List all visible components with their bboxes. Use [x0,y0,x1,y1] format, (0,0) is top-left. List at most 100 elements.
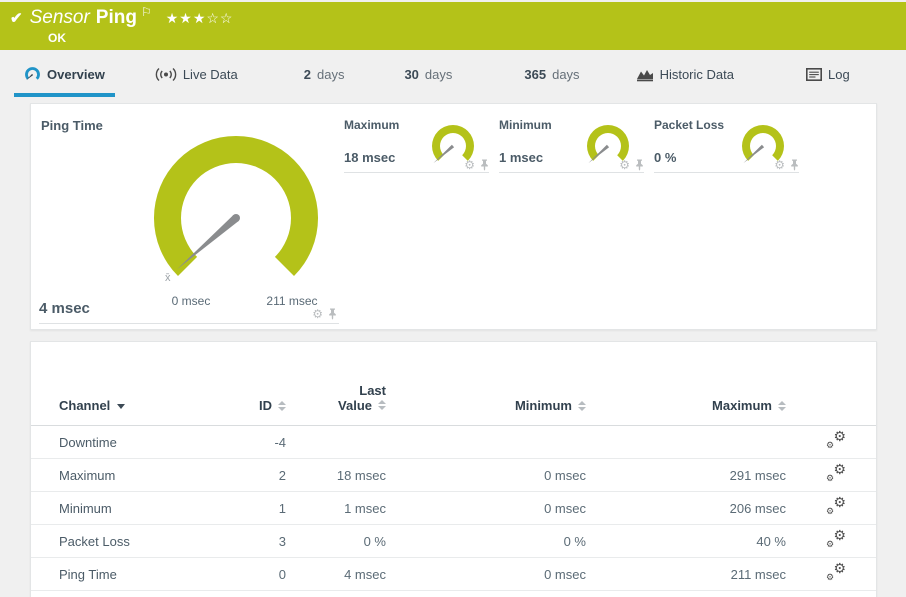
channel-id: 3 [231,534,286,549]
gauge-gear-icon[interactable]: ⚙ [312,308,323,320]
table-row: Downtime -4 ⚙⚙ [31,426,876,459]
last-value-header-line2: Value [338,398,372,413]
pin-icon[interactable] [790,159,799,171]
table-row: Ping Time 0 4 msec 0 msec 211 msec ⚙⚙ [31,558,876,591]
channel-name: Minimum [59,501,231,516]
channel-last-value: 18 msec [286,468,386,483]
average-marker: x̄ [165,272,171,284]
channel-last-value: 0 % [286,534,386,549]
tab-log-label: Log [828,67,850,82]
tab-2-days-number: 2 [304,67,311,82]
channel-maximum: 291 msec [586,468,786,483]
table-row: Packet Loss 3 0 % 0 % 40 % ⚙⚙ [31,525,876,558]
sort-arrows-icon [578,401,586,411]
tab-30-days-unit: days [425,67,452,82]
sort-arrows-icon [378,400,386,410]
tab-bar: Overview Live Data 2 days 30 days 365 da… [0,50,906,97]
table-header-row: Channel ID Last Value Minimum Maximum [31,342,876,426]
ping-time-gauge-block: Ping Time x̄ 0 msec 211 msec 4 msec ⚙ [39,110,339,324]
tab-historic-data-label: Historic Data [660,67,734,82]
column-header-channel[interactable]: Channel [59,398,231,413]
tab-2-days-unit: days [317,67,344,82]
tab-overview-label: Overview [47,67,105,82]
sensor-name: Ping [96,7,137,29]
channel-minimum: 0 msec [386,567,586,582]
minimum-header-label: Minimum [515,398,572,413]
tab-live-data[interactable]: Live Data [145,50,248,97]
priority-stars[interactable]: ★★★☆☆ [166,10,234,27]
log-list-icon [806,68,822,81]
channel-name: Packet Loss [59,534,231,549]
id-header-label: ID [259,398,272,413]
tab-30-days-number: 30 [404,67,418,82]
channel-minimum: 0 msec [386,501,586,516]
channel-id: -4 [231,435,286,450]
status-badge: OK [48,31,896,45]
channels-table-panel: Channel ID Last Value Minimum Maximum Do… [30,341,877,597]
tab-30-days[interactable]: 30 days [394,50,462,97]
tab-365-days-unit: days [552,67,579,82]
channel-id: 2 [231,468,286,483]
table-row: Minimum 1 1 msec 0 msec 206 msec ⚙⚙ [31,492,876,525]
sort-arrows-icon [278,401,286,411]
gauge-icon [24,66,41,83]
tab-overview[interactable]: Overview [14,50,115,97]
pin-icon[interactable] [480,159,489,171]
last-value-header-line1: Last [359,383,386,398]
tab-365-days-number: 365 [524,67,546,82]
table-row: Maximum 2 18 msec 0 msec 291 msec ⚙⚙ [31,459,876,492]
channel-minimum: 0 msec [386,468,586,483]
ping-time-value: 4 msec [39,300,90,317]
gauge-gear-icon[interactable]: ⚙ [464,159,475,171]
gauge-gear-icon[interactable]: ⚙ [774,159,785,171]
tab-log[interactable]: Log [796,50,860,97]
maximum-gauge-value: 18 msec [344,150,395,165]
maximum-gauge-label: Maximum [344,118,399,132]
sensor-header: ✔ Sensor Ping ⚐ ★★★☆☆ OK [0,2,906,50]
sort-caret-down-icon [117,404,125,409]
channel-settings-gears-icon[interactable]: ⚙⚙ [826,497,846,516]
broadcast-icon [155,67,177,82]
channel-last-value: 1 msec [286,501,386,516]
packet-loss-gauge-block: Packet Loss 0 % ⚙ [654,110,799,173]
channel-maximum: 40 % [586,534,786,549]
tab-live-data-label: Live Data [183,67,238,82]
packet-loss-gauge-label: Packet Loss [654,118,724,132]
maximum-gauge-block: Maximum 18 msec ⚙ [344,110,489,173]
column-header-minimum[interactable]: Minimum [386,398,586,413]
minimum-gauge-value: 1 msec [499,150,543,165]
overview-gauges-panel: Ping Time x̄ 0 msec 211 msec 4 msec ⚙ Ma… [30,103,877,330]
stars-empty[interactable]: ☆☆ [206,10,233,26]
channel-settings-gears-icon[interactable]: ⚙⚙ [826,431,846,450]
pin-icon[interactable] [328,308,337,320]
channel-settings-gears-icon[interactable]: ⚙⚙ [826,464,846,483]
stars-filled[interactable]: ★★★ [166,10,207,26]
column-header-id[interactable]: ID [231,398,286,413]
minimum-gauge-block: Minimum 1 msec ⚙ [499,110,644,173]
channel-settings-gears-icon[interactable]: ⚙⚙ [826,530,846,549]
column-header-maximum[interactable]: Maximum [586,398,786,413]
sort-arrows-icon [778,401,786,411]
sensor-type-label: Sensor [30,7,90,29]
gauge-scale-max: 211 msec [246,294,338,308]
pin-icon[interactable] [635,159,644,171]
flag-icon[interactable]: ⚐ [141,5,152,19]
channel-name: Ping Time [59,567,231,582]
channel-last-value: 4 msec [286,567,386,582]
channel-maximum: 211 msec [586,567,786,582]
channel-name: Downtime [59,435,231,450]
channel-name: Maximum [59,468,231,483]
channel-header-label: Channel [59,398,110,413]
area-chart-icon [636,68,654,82]
tab-historic-data[interactable]: Historic Data [626,50,744,97]
packet-loss-gauge-value: 0 % [654,150,676,165]
tab-365-days[interactable]: 365 days [514,50,589,97]
status-ok-check-icon: ✔ [10,9,23,27]
channel-minimum: 0 % [386,534,586,549]
ping-time-gauge [146,128,326,308]
column-header-last-value[interactable]: Last Value [286,383,386,413]
channel-id: 0 [231,567,286,582]
tab-2-days[interactable]: 2 days [294,50,355,97]
channel-settings-gears-icon[interactable]: ⚙⚙ [826,563,846,582]
gauge-gear-icon[interactable]: ⚙ [619,159,630,171]
